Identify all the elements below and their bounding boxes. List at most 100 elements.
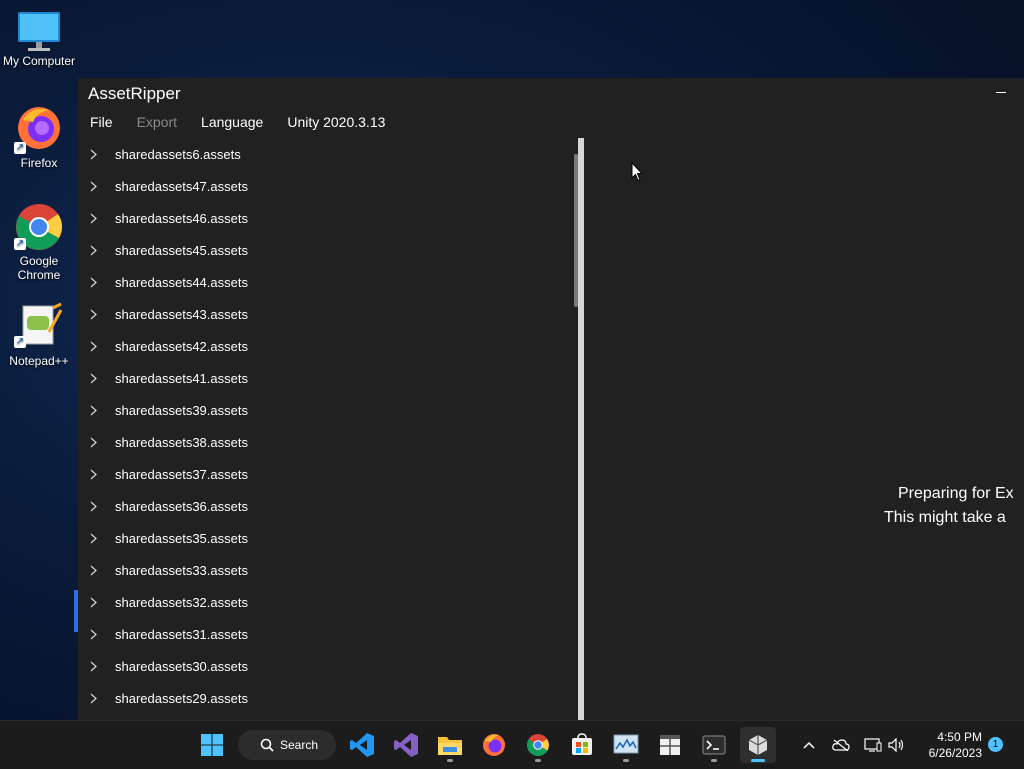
- search-label: Search: [280, 738, 319, 752]
- taskbar-performance-monitor[interactable]: [608, 727, 644, 763]
- minimize-button[interactable]: [978, 78, 1024, 110]
- tree-item-label: sharedassets32.assets: [115, 594, 248, 610]
- chevron-right-icon[interactable]: [90, 149, 112, 160]
- unity-version-label: Unity 2020.3.13: [287, 114, 386, 130]
- tree-item[interactable]: sharedassets29.assets: [78, 682, 574, 714]
- chevron-right-icon[interactable]: [90, 341, 112, 352]
- tree-item[interactable]: sharedassets6.assets: [78, 138, 574, 170]
- taskbar-visual-studio[interactable]: [388, 727, 424, 763]
- chevron-right-icon[interactable]: [90, 501, 112, 512]
- shortcut-arrow-icon: ↗: [14, 142, 26, 154]
- running-indicator: [623, 759, 629, 762]
- chevron-right-icon[interactable]: [90, 213, 112, 224]
- visual-studio-icon: [394, 733, 418, 757]
- taskbar-microsoft-store[interactable]: [564, 727, 600, 763]
- tree-item[interactable]: sharedassets44.assets: [78, 266, 574, 298]
- shortcut-arrow-icon: ↗: [14, 336, 26, 348]
- chevron-right-icon[interactable]: [90, 309, 112, 320]
- start-button[interactable]: [194, 727, 230, 763]
- tree-item[interactable]: sharedassets37.assets: [78, 458, 574, 490]
- tree-item-label: sharedassets47.assets: [115, 178, 248, 194]
- mouse-cursor-icon: [631, 162, 643, 182]
- chevron-right-icon[interactable]: [90, 533, 112, 544]
- tree-item-label: sharedassets44.assets: [115, 274, 248, 290]
- taskbar: Search 4:50 PM 6/26/2023 1: [0, 720, 1024, 769]
- tree-item-label: sharedassets6.assets: [115, 146, 241, 162]
- tree-item-label: sharedassets41.assets: [115, 370, 248, 386]
- chevron-right-icon[interactable]: [90, 597, 112, 608]
- tree-item[interactable]: sharedassets42.assets: [78, 330, 574, 362]
- tree-item[interactable]: sharedassets33.assets: [78, 554, 574, 586]
- taskbar-file-explorer[interactable]: [432, 727, 468, 763]
- onedrive-tray-button[interactable]: [830, 721, 852, 769]
- tree-item[interactable]: sharedassets31.assets: [78, 618, 574, 650]
- chevron-right-icon[interactable]: [90, 245, 112, 256]
- tree-item[interactable]: sharedassets38.assets: [78, 426, 574, 458]
- tree-item-label: sharedassets46.assets: [115, 210, 248, 226]
- taskbar-chrome[interactable]: [520, 727, 556, 763]
- taskbar-terminal[interactable]: [696, 727, 732, 763]
- desktop-icon-label: My Computer: [2, 54, 76, 68]
- tree-item-label: sharedassets37.assets: [115, 466, 248, 482]
- network-tray-button[interactable]: [862, 721, 884, 769]
- desktop-icon-my-computer[interactable]: My Computer: [0, 8, 78, 68]
- tree-item[interactable]: sharedassets45.assets: [78, 234, 574, 266]
- tree-item[interactable]: sharedassets35.assets: [78, 522, 574, 554]
- taskbar-firefox[interactable]: [476, 727, 512, 763]
- taskbar-vscode[interactable]: [344, 727, 380, 763]
- taskbar-clock[interactable]: 4:50 PM 6/26/2023: [912, 729, 982, 761]
- tree-item-label: sharedassets29.assets: [115, 690, 248, 706]
- tree-item[interactable]: sharedassets36.assets: [78, 490, 574, 522]
- clock-date: 6/26/2023: [928, 746, 982, 760]
- firefox-icon: [483, 734, 505, 756]
- tree-item[interactable]: sharedassets32.assets: [78, 586, 574, 618]
- details-pane: Preparing for Ex This might take a: [584, 138, 1024, 720]
- desktop-icon-label: Firefox: [20, 156, 58, 170]
- menu-bar: File Export Language Unity 2020.3.13: [78, 110, 397, 136]
- taskbar-search[interactable]: Search: [238, 730, 336, 760]
- taskbar-window-app[interactable]: [652, 727, 688, 763]
- volume-tray-button[interactable]: [886, 721, 906, 769]
- status-line-1: Preparing for Ex: [898, 485, 1014, 502]
- terminal-icon: [702, 735, 726, 755]
- status-line-2: This might take a: [884, 509, 1006, 526]
- chevron-right-icon[interactable]: [90, 469, 112, 480]
- taskbar-assetripper[interactable]: [740, 727, 776, 763]
- tree-item[interactable]: sharedassets43.assets: [78, 298, 574, 330]
- chevron-right-icon[interactable]: [90, 181, 112, 192]
- show-hidden-icons-button[interactable]: [798, 721, 820, 769]
- chevron-right-icon[interactable]: [90, 693, 112, 704]
- shortcut-arrow-icon: ↗: [14, 238, 26, 250]
- monitor-icon: [18, 12, 60, 51]
- tree-item-label: sharedassets30.assets: [115, 658, 248, 674]
- menu-export[interactable]: Export: [125, 110, 189, 136]
- chevron-right-icon[interactable]: [90, 405, 112, 416]
- running-indicator: [535, 759, 541, 762]
- chevron-right-icon[interactable]: [90, 437, 112, 448]
- notification-badge[interactable]: 1: [988, 737, 1003, 752]
- tree-item[interactable]: sharedassets46.assets: [78, 202, 574, 234]
- tree-item[interactable]: sharedassets39.assets: [78, 394, 574, 426]
- chevron-right-icon[interactable]: [90, 373, 112, 384]
- tree-item-label: sharedassets36.assets: [115, 498, 248, 514]
- clock-time: 4:50 PM: [937, 730, 982, 744]
- title-bar[interactable]: AssetRipper: [78, 78, 1024, 110]
- chevron-right-icon[interactable]: [90, 661, 112, 672]
- tree-item[interactable]: sharedassets41.assets: [78, 362, 574, 394]
- chevron-right-icon[interactable]: [90, 629, 112, 640]
- tree-item[interactable]: sharedassets47.assets: [78, 170, 574, 202]
- asset-tree: sharedassets6.assets sharedassets47.asset…: [78, 138, 574, 720]
- menu-language[interactable]: Language: [189, 110, 275, 136]
- cloud-offline-icon: [832, 739, 850, 751]
- menu-file[interactable]: File: [78, 110, 125, 136]
- store-icon: [572, 733, 592, 755]
- desktop-icon-firefox[interactable]: ↗ Firefox: [0, 104, 78, 170]
- chevron-up-icon: [803, 741, 815, 749]
- tree-item[interactable]: sharedassets30.assets: [78, 650, 574, 682]
- window-title: AssetRipper: [88, 84, 181, 103]
- windows-logo-icon: [201, 734, 223, 756]
- chevron-right-icon[interactable]: [90, 565, 112, 576]
- chevron-right-icon[interactable]: [90, 277, 112, 288]
- desktop-icon-chrome[interactable]: ↗ Google Chrome: [0, 202, 78, 282]
- desktop-icon-notepadpp[interactable]: ↗ Notepad++: [0, 302, 78, 368]
